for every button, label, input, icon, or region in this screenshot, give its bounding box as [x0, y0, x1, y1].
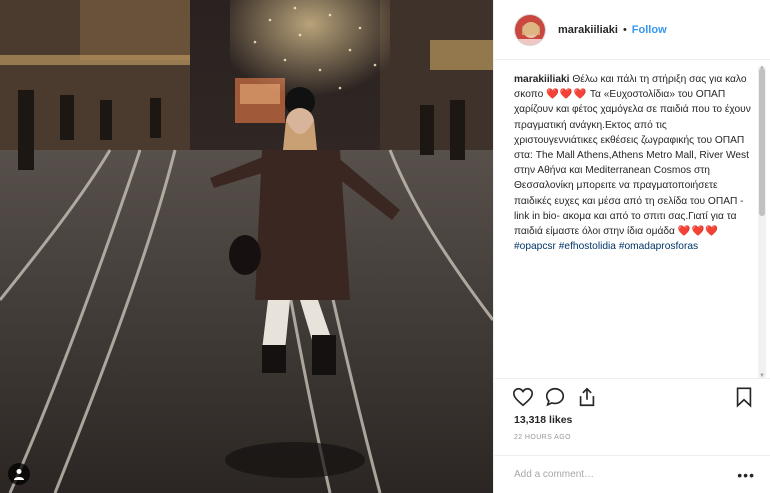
username-link[interactable]: marakiiliaki — [558, 24, 618, 36]
action-bar — [494, 378, 770, 414]
post-details-panel: marakiiliaki • Follow marakiiliaki Θέλω … — [493, 0, 770, 493]
more-options-icon[interactable]: ••• — [737, 468, 755, 482]
caption-part-2: Τα «Ευχοστολίδια» του ΟΠΑΠ χαρίζουν και … — [514, 89, 751, 238]
caption-area: marakiiliaki Θέλω και πάλι τη στήριξη σα… — [494, 72, 759, 372]
comment-icon[interactable] — [544, 386, 566, 408]
caption-username[interactable]: marakiiliaki — [514, 74, 570, 85]
avatar[interactable] — [514, 13, 546, 46]
scrollbar-thumb[interactable] — [759, 68, 765, 216]
caption-scrollbar[interactable]: ▲ ▼ — [758, 65, 766, 379]
comment-input[interactable] — [514, 469, 738, 480]
heart-emoji-icons-2: ❤️❤️❤️ — [677, 226, 719, 238]
avatar-image — [515, 14, 545, 45]
person-icon — [14, 469, 24, 480]
share-icon[interactable] — [576, 386, 598, 408]
heart-icon[interactable] — [512, 386, 534, 408]
comment-form: ••• — [494, 455, 770, 493]
post-header: marakiiliaki • Follow — [494, 0, 770, 60]
post-timestamp[interactable]: 22 HOURS AGO — [514, 434, 571, 441]
bookmark-icon[interactable] — [733, 386, 755, 408]
post-photo[interactable] — [0, 0, 493, 493]
hashtag-efhostolidia[interactable]: #efhostolidia — [559, 241, 616, 252]
tagged-user-button[interactable] — [8, 463, 30, 485]
header-separator: • — [622, 23, 627, 36]
caption-text: marakiiliaki Θέλω και πάλι τη στήριξη σα… — [514, 72, 751, 254]
likes-count[interactable]: 13,318 likes — [514, 414, 572, 426]
street-scene-image — [0, 0, 493, 493]
heart-emoji-icons: ❤️❤️❤️ — [546, 89, 588, 101]
hashtag-opapcsr[interactable]: #opapcsr — [514, 241, 556, 252]
hashtag-omadaprosforas[interactable]: #omadaprosforas — [619, 241, 698, 252]
follow-button[interactable]: Follow — [632, 24, 667, 36]
